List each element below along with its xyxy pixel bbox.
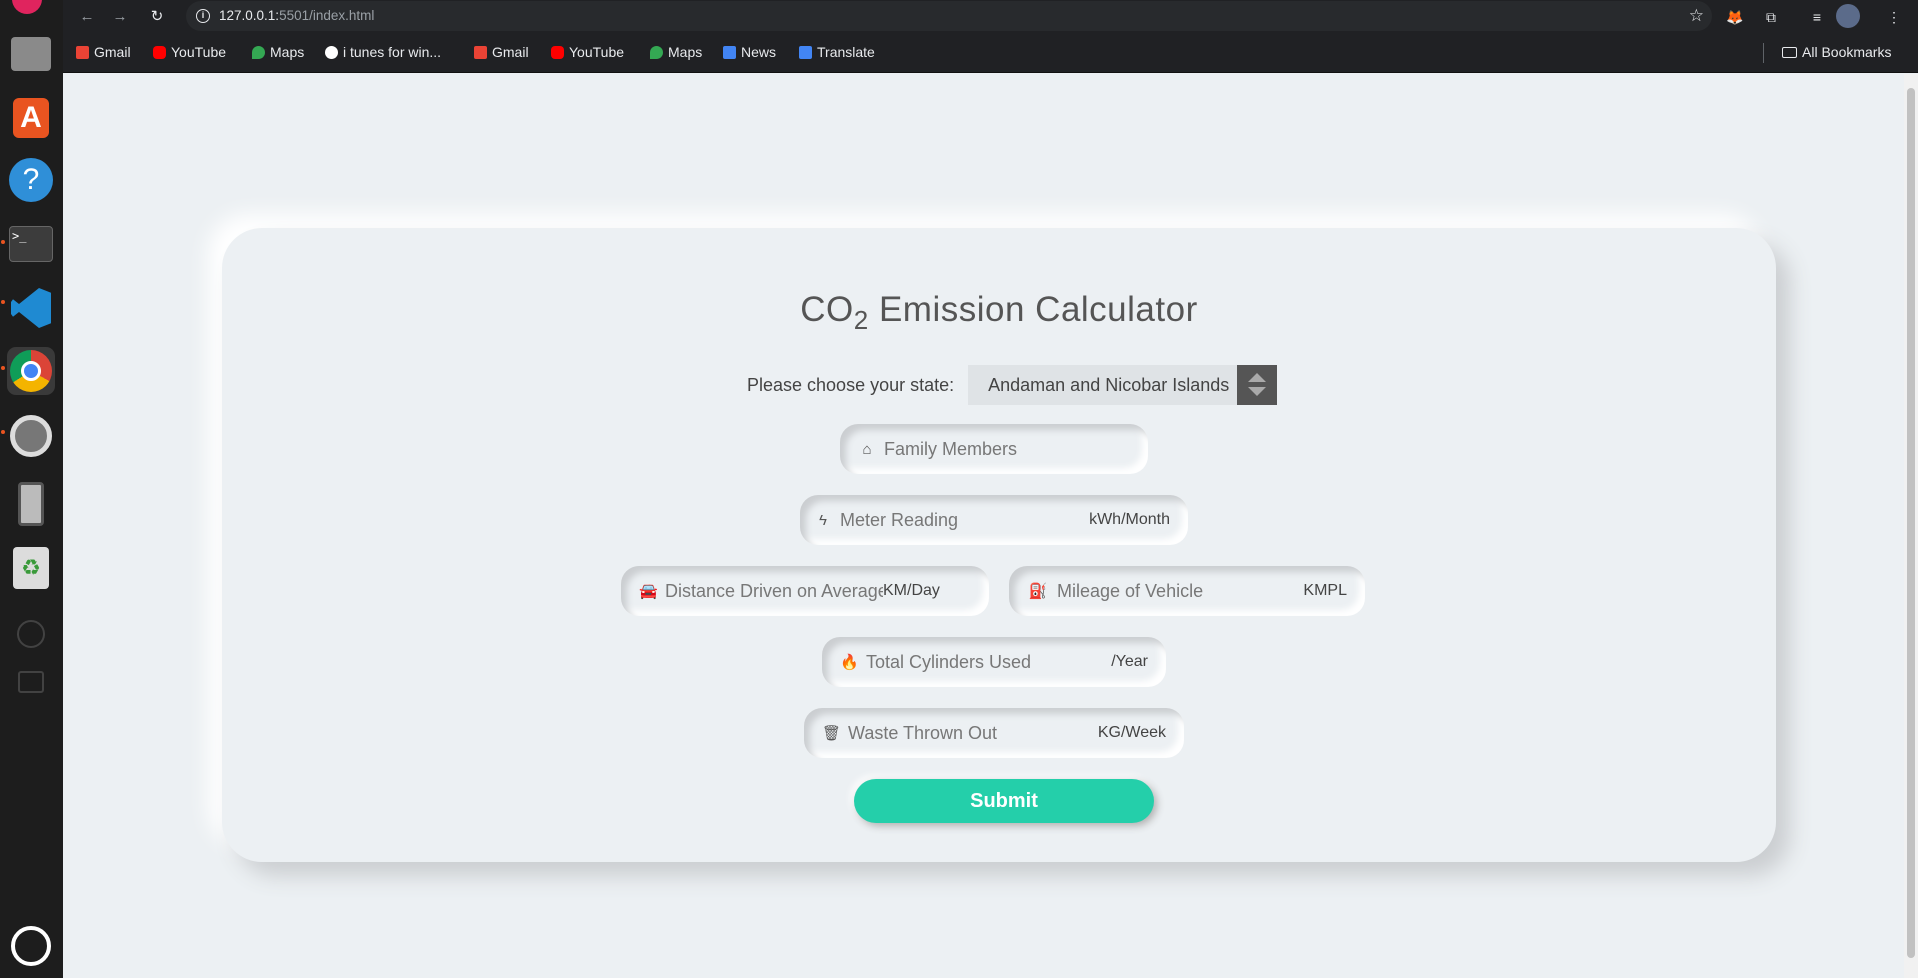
bookmark-translate[interactable]: Translate — [799, 44, 875, 60]
forward-button[interactable]: → — [109, 6, 131, 28]
bookmark-gmail-2[interactable]: Gmail — [474, 44, 529, 60]
all-bookmarks[interactable]: All Bookmarks — [1782, 44, 1891, 60]
meter-reading-unit: kWh/Month — [1089, 511, 1170, 528]
car-icon: 🚘 — [639, 583, 658, 600]
bookmark-news[interactable]: News — [723, 44, 776, 60]
vscode-icon[interactable] — [7, 284, 55, 332]
youtube-icon — [153, 45, 166, 59]
cylinders-input[interactable]: 🔥 Total Cylinders Used /Year — [822, 637, 1166, 687]
app-center-icon[interactable]: A — [7, 94, 55, 142]
waste-unit: KG/Week — [1097, 724, 1166, 741]
family-members-input[interactable]: ⌂ Family Members — [840, 424, 1148, 474]
distance-unit: KM/Day — [883, 582, 940, 599]
media-controls-icon[interactable]: ≡ — [1806, 6, 1828, 28]
ubuntu-dock: A ? >_ ♻ — [0, 0, 63, 978]
cylinders-placeholder: Total Cylinders Used — [866, 651, 1032, 672]
state-label: Please choose your state: — [747, 374, 955, 395]
waste-input[interactable]: 🗑 Waste Thrown Out KG/Week — [804, 708, 1184, 758]
chrome-icon[interactable] — [7, 347, 55, 395]
reload-button[interactable]: ↻ — [146, 6, 168, 28]
maps-icon — [650, 45, 663, 59]
calculator-card: CO2 Emission Calculator Please choose yo… — [222, 228, 1776, 862]
bookmarks-divider — [1763, 43, 1764, 63]
folder-icon — [1782, 46, 1797, 58]
bookmark-maps[interactable]: Maps — [252, 44, 304, 60]
oil-can-icon: ⛽ — [1028, 583, 1048, 600]
mileage-input[interactable]: ⛽ Mileage of Vehicle KMPL — [1009, 566, 1365, 616]
scrollbar-thumb[interactable] — [1907, 88, 1915, 958]
files-icon[interactable] — [7, 30, 55, 78]
distance-placeholder: Distance Driven on Average — [665, 580, 883, 601]
bookmark-youtube-2[interactable]: YouTube — [551, 44, 624, 60]
profile-avatar[interactable] — [1836, 4, 1860, 28]
terminal-icon[interactable]: >_ — [7, 220, 55, 268]
site-info-icon[interactable]: i — [196, 9, 210, 23]
family-members-placeholder: Family Members — [884, 438, 1018, 459]
bookmark-star-icon[interactable]: ☆ — [1689, 6, 1704, 26]
metamask-icon[interactable]: 🦊 — [1724, 6, 1746, 28]
phone-icon[interactable] — [7, 480, 55, 528]
github-icon[interactable] — [7, 610, 55, 658]
meter-reading-input[interactable]: ϟ Meter Reading kWh/Month — [800, 495, 1188, 545]
extensions-icon[interactable]: ⧉ — [1760, 6, 1782, 28]
meter-reading-placeholder: Meter Reading — [840, 509, 959, 530]
chat-icon[interactable] — [7, 658, 55, 706]
state-select-value: Andaman and Nicobar Islands — [988, 374, 1230, 395]
fire-icon: 🔥 — [840, 654, 859, 671]
news-icon — [723, 45, 736, 59]
page-scrollbar[interactable] — [1904, 74, 1918, 978]
select-arrows-icon[interactable] — [1237, 365, 1278, 405]
home-icon: ⌂ — [862, 440, 872, 458]
youtube-icon — [551, 45, 564, 59]
show-apps-icon[interactable] — [7, 922, 55, 970]
state-row: Please choose your state: Andaman and Ni… — [747, 365, 1278, 405]
trash-icon[interactable]: ♻ — [7, 544, 55, 592]
help-icon[interactable]: ? — [7, 156, 55, 204]
google-icon — [325, 45, 338, 59]
url-text: 127.0.0.1:5501/index.html — [219, 8, 375, 23]
mileage-placeholder: Mileage of Vehicle — [1057, 580, 1204, 601]
page-title: CO2 Emission Calculator — [800, 290, 1198, 335]
back-button[interactable]: ← — [76, 6, 98, 28]
bookmark-youtube[interactable]: YouTube — [153, 44, 226, 60]
address-bar[interactable]: i 127.0.0.1:5501/index.html ☆ — [186, 1, 1712, 31]
settings-icon[interactable] — [7, 412, 55, 460]
submit-button[interactable]: Submit — [854, 779, 1154, 823]
gmail-icon — [76, 45, 89, 59]
distance-input[interactable]: 🚘 Distance Driven on Average KM/Day — [621, 566, 989, 616]
waste-placeholder: Waste Thrown Out — [848, 722, 998, 743]
menu-icon[interactable]: ⋮ — [1883, 6, 1905, 28]
state-select[interactable]: Andaman and Nicobar Islands — [968, 365, 1278, 405]
browser-toolbar: ← → ↻ i 127.0.0.1:5501/index.html ☆ 🦊 ⧉ … — [63, 0, 1918, 33]
bookmark-gmail[interactable]: Gmail — [76, 44, 131, 60]
bookmark-itunes[interactable]: i tunes for win... — [325, 44, 441, 60]
maps-icon — [252, 45, 265, 59]
dock-app-icon[interactable] — [12, 0, 42, 14]
mileage-unit: KMPL — [1303, 582, 1347, 599]
translate-icon — [799, 45, 812, 59]
gmail-icon — [474, 45, 487, 59]
cylinders-unit: /Year — [1111, 653, 1148, 670]
bookmark-maps-2[interactable]: Maps — [650, 44, 702, 60]
bolt-icon: ϟ — [819, 511, 827, 529]
dumpster-icon: 🗑 — [822, 725, 842, 742]
bookmarks-bar: Gmail YouTube Maps i tunes for win... Gm… — [63, 33, 1918, 73]
